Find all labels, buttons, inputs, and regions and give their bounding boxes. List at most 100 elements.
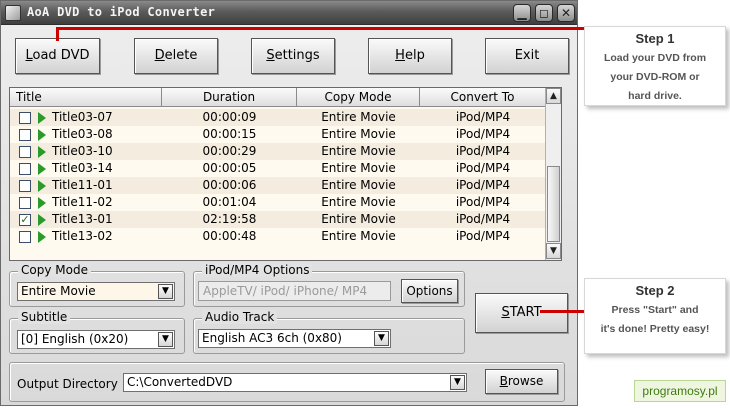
play-icon[interactable] (38, 180, 46, 192)
step2-line: it's done! Pretty easy! (600, 323, 710, 335)
play-icon[interactable] (38, 129, 46, 141)
window-title: AoA DVD to iPod Converter (27, 5, 216, 19)
subtitle-label: Subtitle (18, 310, 71, 324)
list-header: Title Duration Copy Mode Convert To (10, 88, 546, 107)
browse-button[interactable]: Browse (485, 369, 558, 394)
load-dvd-hotkey: L (25, 48, 33, 63)
play-icon[interactable] (38, 197, 46, 209)
watermark-badge: programosy.pl (634, 380, 726, 402)
maximize-button[interactable]: ◻ (535, 4, 553, 22)
list-item[interactable]: Title03-07 00:00:09 Entire Movie iPod/MP… (10, 109, 546, 126)
help-text: elp (404, 48, 425, 63)
help-button[interactable]: Help (368, 38, 452, 74)
list-item[interactable]: Title13-02 00:00:48 Entire Movie iPod/MP… (10, 228, 546, 245)
audio-track-value: English AC3 6ch (0x80) (202, 331, 342, 345)
list-rows: Title03-07 00:00:09 Entire Movie iPod/MP… (10, 109, 546, 245)
column-header-duration[interactable]: Duration (162, 88, 297, 107)
list-item[interactable]: Title03-10 00:00:29 Entire Movie iPod/MP… (10, 143, 546, 160)
row-checkbox[interactable] (19, 163, 31, 175)
row-convert-to: iPod/MP4 (455, 127, 511, 141)
row-title: Title11-01 (52, 178, 113, 192)
row-duration: 00:01:04 (202, 195, 257, 209)
load-dvd-text: oad DVD (32, 48, 90, 63)
row-duration: 00:00:15 (202, 127, 257, 141)
chevron-down-icon[interactable]: ▼ (158, 284, 173, 299)
row-title: Title03-08 (52, 127, 113, 141)
start-button[interactable]: START (475, 293, 568, 333)
scroll-thumb[interactable] (547, 166, 560, 242)
step2-line: Press "Start" and (611, 304, 699, 316)
row-convert-to: iPod/MP4 (455, 110, 511, 124)
app-window: AoA DVD to iPod Converter ▁ ◻ ✕ Load DVD… (0, 0, 578, 406)
chevron-down-icon[interactable]: ▼ (450, 375, 465, 390)
play-icon[interactable] (38, 214, 46, 226)
list-item[interactable]: Title03-08 00:00:15 Entire Movie iPod/MP… (10, 126, 546, 143)
options-button[interactable]: Options (401, 279, 458, 303)
row-duration: 00:00:29 (202, 144, 257, 158)
audio-track-label: Audio Track (202, 310, 278, 324)
subtitle-select[interactable]: [0] English (0x20) ▼ (17, 330, 175, 349)
column-header-convert-to[interactable]: Convert To (420, 88, 546, 107)
row-title: Title13-02 (52, 229, 113, 243)
audio-track-select[interactable]: English AC3 6ch (0x80) ▼ (198, 329, 391, 348)
row-copy-mode: Entire Movie (321, 212, 396, 226)
row-convert-to: iPod/MP4 (455, 161, 511, 175)
play-icon[interactable] (38, 163, 46, 175)
play-icon[interactable] (38, 112, 46, 124)
row-copy-mode: Entire Movie (321, 161, 396, 175)
list-item[interactable]: Title03-14 00:00:05 Entire Movie iPod/MP… (10, 160, 546, 177)
column-header-title[interactable]: Title (10, 88, 162, 107)
delete-button[interactable]: Delete (134, 38, 218, 74)
list-item[interactable]: ✓ Title13-01 02:19:58 Entire Movie iPod/… (10, 211, 546, 228)
row-copy-mode: Entire Movie (321, 144, 396, 158)
exit-button[interactable]: Exit (485, 38, 569, 74)
title-bar[interactable]: AoA DVD to iPod Converter ▁ ◻ ✕ (1, 1, 577, 25)
row-duration: 00:00:48 (202, 229, 257, 243)
row-checkbox[interactable] (19, 197, 31, 209)
start-text: TART (509, 305, 542, 320)
row-checkbox[interactable] (19, 231, 31, 243)
play-icon[interactable] (38, 231, 46, 243)
row-convert-to: iPod/MP4 (455, 229, 511, 243)
row-checkbox[interactable] (19, 180, 31, 192)
step1-text: Load your DVD from your DVD-ROM or hard … (585, 49, 725, 106)
delete-text: elete (164, 48, 198, 63)
browse-hotkey: B (499, 374, 508, 388)
row-copy-mode: Entire Movie (321, 110, 396, 124)
output-directory-select[interactable]: C:\ConvertedDVD ▼ (123, 373, 467, 392)
close-button[interactable]: ✕ (557, 4, 575, 22)
settings-button[interactable]: Settings (251, 38, 335, 74)
list-item[interactable]: Title11-01 00:00:06 Entire Movie iPod/MP… (10, 177, 546, 194)
copy-mode-select[interactable]: Entire Movie ▼ (17, 282, 175, 301)
row-checkbox[interactable] (19, 146, 31, 158)
step2-callout: Step 2 Press "Start" and it's done! Pret… (584, 278, 726, 354)
output-directory-label: Output Directory (17, 377, 118, 391)
row-duration: 00:00:06 (202, 178, 257, 192)
row-checkbox[interactable]: ✓ (19, 214, 31, 226)
scroll-down-icon[interactable]: ▼ (546, 243, 561, 259)
row-convert-to: iPod/MP4 (455, 195, 511, 209)
browse-text: rowse (507, 374, 544, 388)
row-duration: 02:19:58 (202, 212, 257, 226)
title-list[interactable]: Title Duration Copy Mode Convert To Titl… (9, 87, 562, 261)
ipod-options-label: iPod/MP4 Options (202, 263, 313, 277)
list-scrollbar[interactable]: ▲ ▼ (545, 88, 561, 260)
row-checkbox[interactable] (19, 129, 31, 141)
load-dvd-button[interactable]: Load DVD (15, 38, 100, 74)
start-hotkey: S (501, 305, 510, 320)
step2-title: Step 2 (635, 283, 675, 298)
play-icon[interactable] (38, 146, 46, 158)
row-title: Title03-07 (52, 110, 113, 124)
row-convert-to: iPod/MP4 (455, 178, 511, 192)
minimize-button[interactable]: ▁ (513, 4, 531, 22)
step1-line: Load your DVD from (603, 52, 707, 64)
settings-text: ettings (274, 48, 320, 63)
chevron-down-icon[interactable]: ▼ (158, 332, 173, 347)
row-checkbox[interactable] (19, 112, 31, 124)
list-item[interactable]: Title11-02 00:01:04 Entire Movie iPod/MP… (10, 194, 546, 211)
help-hotkey: H (395, 48, 405, 63)
step1-pointer-drop (56, 27, 59, 41)
scroll-up-icon[interactable]: ▲ (546, 88, 561, 104)
chevron-down-icon[interactable]: ▼ (374, 331, 389, 346)
column-header-copy-mode[interactable]: Copy Mode (297, 88, 420, 107)
